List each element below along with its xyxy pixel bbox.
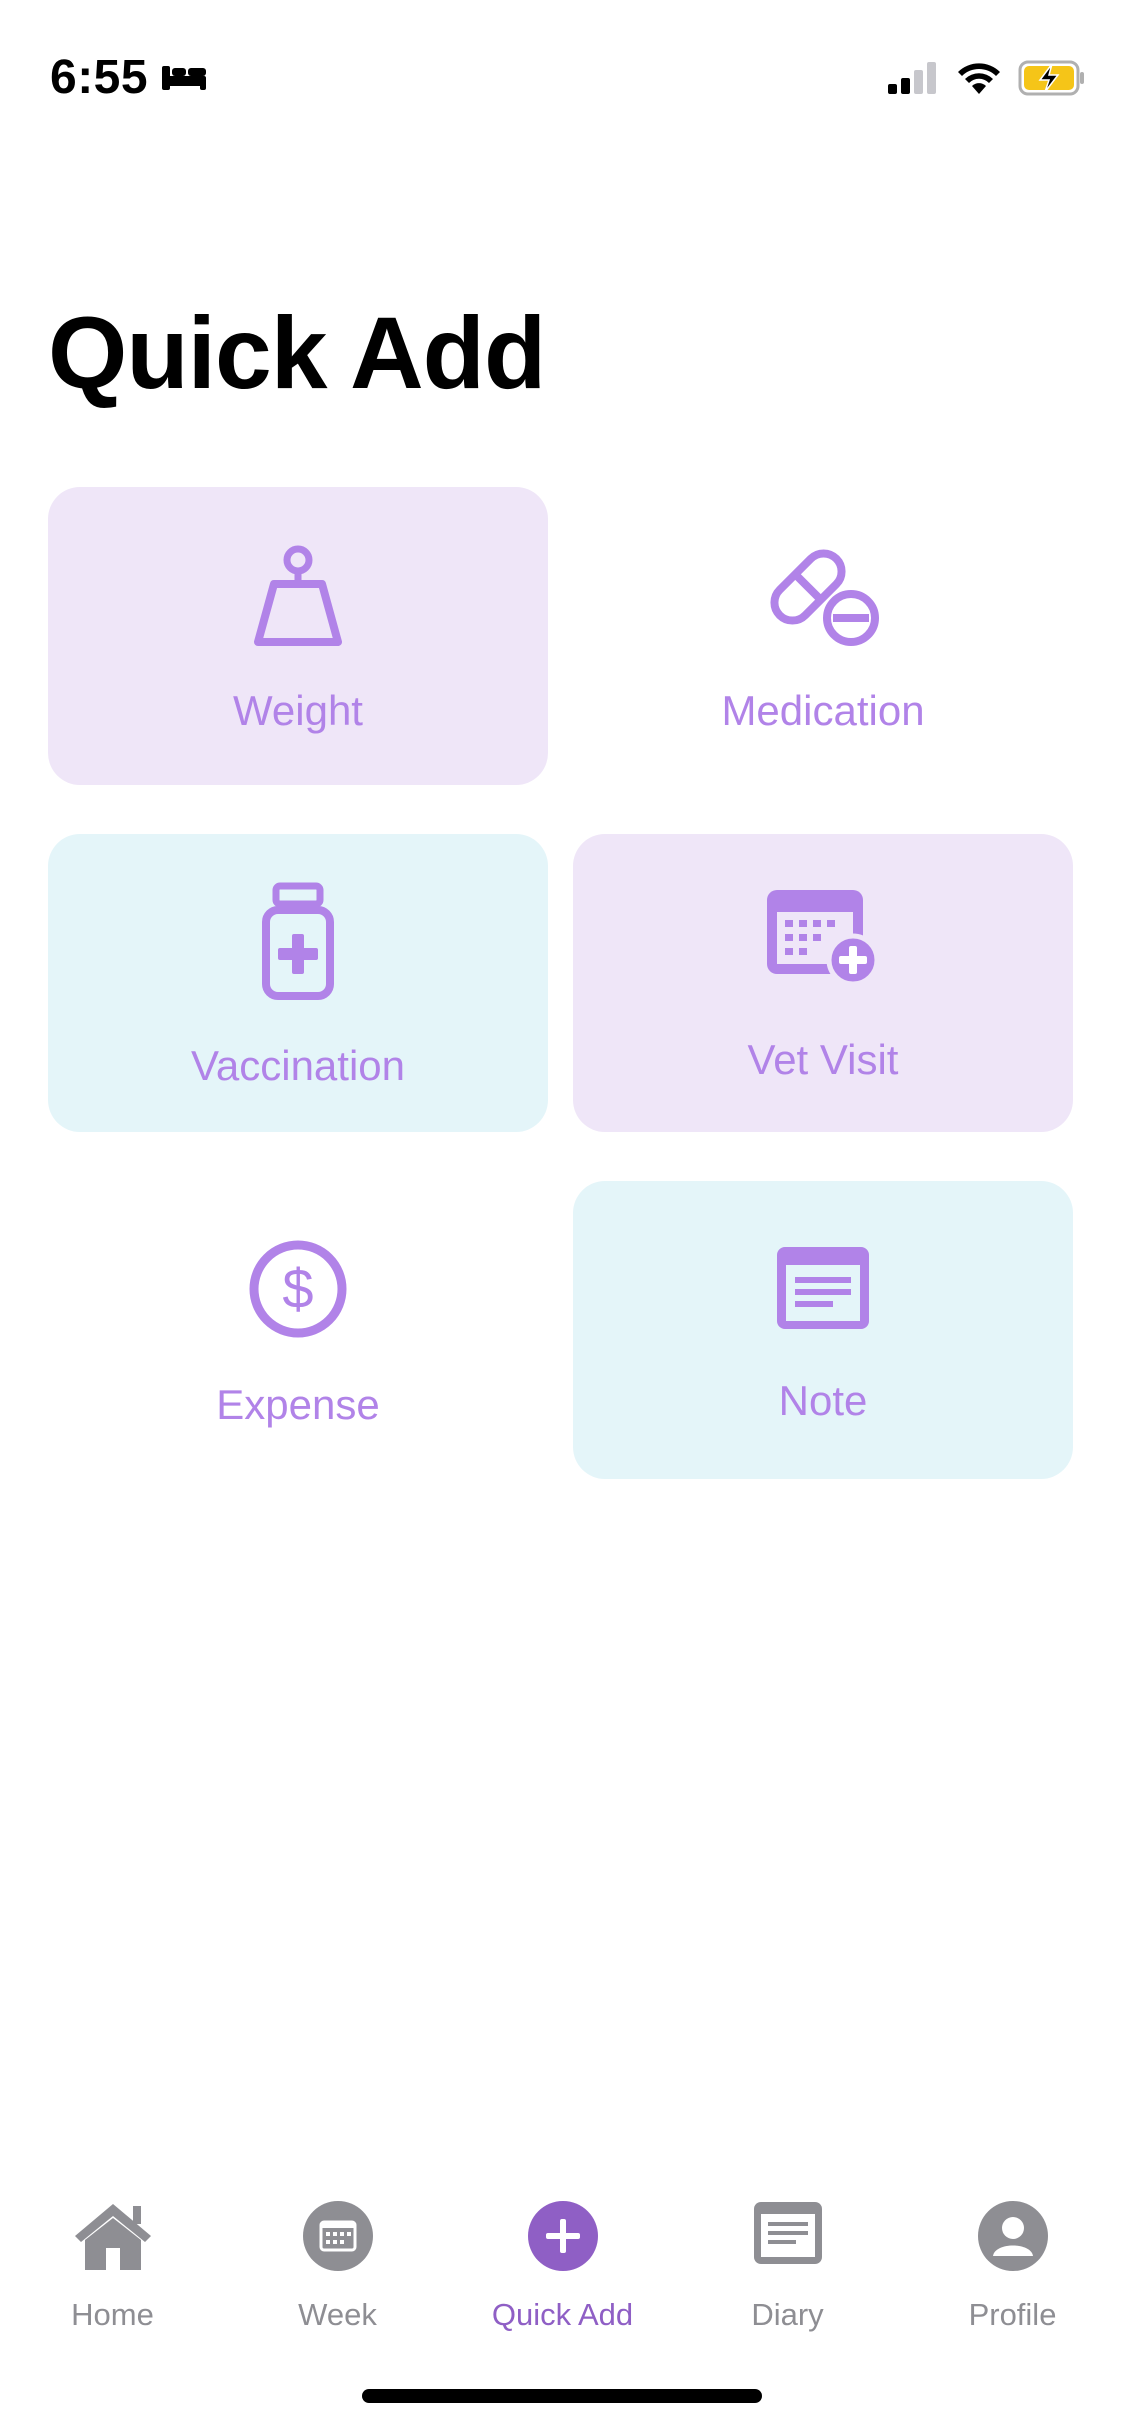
tab-home[interactable]: Home	[0, 2200, 225, 2350]
vet-visit-tile[interactable]: Vet Visit	[573, 834, 1073, 1132]
tab-quick-add[interactable]: Quick Add	[450, 2200, 675, 2350]
bed-icon	[160, 62, 208, 97]
pills-icon	[763, 542, 883, 657]
vaccination-label: Vaccination	[190, 1042, 406, 1089]
home-indicator[interactable]	[362, 2389, 762, 2403]
weight-label: Weight	[233, 687, 363, 734]
medication-label: Medication	[721, 687, 925, 734]
status-bar: 6:55	[0, 0, 1125, 150]
plus-icon	[527, 2200, 599, 2277]
tab-week-label: Week	[298, 2297, 377, 2332]
tab-quick-add-label: Quick Add	[491, 2297, 634, 2332]
vaccine-bottle-icon	[258, 882, 338, 1007]
weight-tile[interactable]: Weight	[48, 487, 548, 785]
tab-diary[interactable]: Diary	[675, 2200, 900, 2350]
tab-diary-label: Diary	[751, 2297, 824, 2332]
note-icon	[773, 1243, 873, 1338]
page-title: Quick Add	[48, 296, 546, 410]
cellular-signal-icon	[888, 62, 940, 99]
status-time: 6:55	[50, 51, 149, 104]
home-icon	[71, 2200, 155, 2277]
expense-tile[interactable]: $ Expense	[48, 1181, 548, 1479]
expense-label: Expense	[216, 1381, 380, 1428]
note-label: Note	[778, 1377, 868, 1424]
svg-text:$: $	[282, 1257, 313, 1320]
vaccination-tile[interactable]: Vaccination	[48, 834, 548, 1132]
calendar-add-icon	[763, 886, 883, 991]
tab-home-label: Home	[71, 2297, 154, 2332]
wifi-icon	[955, 60, 1003, 101]
calendar-icon	[302, 2200, 374, 2277]
weight-icon	[248, 542, 348, 657]
battery-charging-icon	[1018, 60, 1086, 101]
tab-week[interactable]: Week	[225, 2200, 450, 2350]
tab-profile-label: Profile	[968, 2297, 1057, 2332]
tab-profile[interactable]: Profile	[900, 2200, 1125, 2350]
note-tile[interactable]: Note	[573, 1181, 1073, 1479]
vet-visit-label: Vet Visit	[747, 1036, 899, 1083]
profile-icon	[977, 2200, 1049, 2277]
diary-icon	[752, 2200, 824, 2271]
dollar-icon: $	[248, 1239, 348, 1344]
medication-tile[interactable]: Medication	[573, 487, 1073, 785]
